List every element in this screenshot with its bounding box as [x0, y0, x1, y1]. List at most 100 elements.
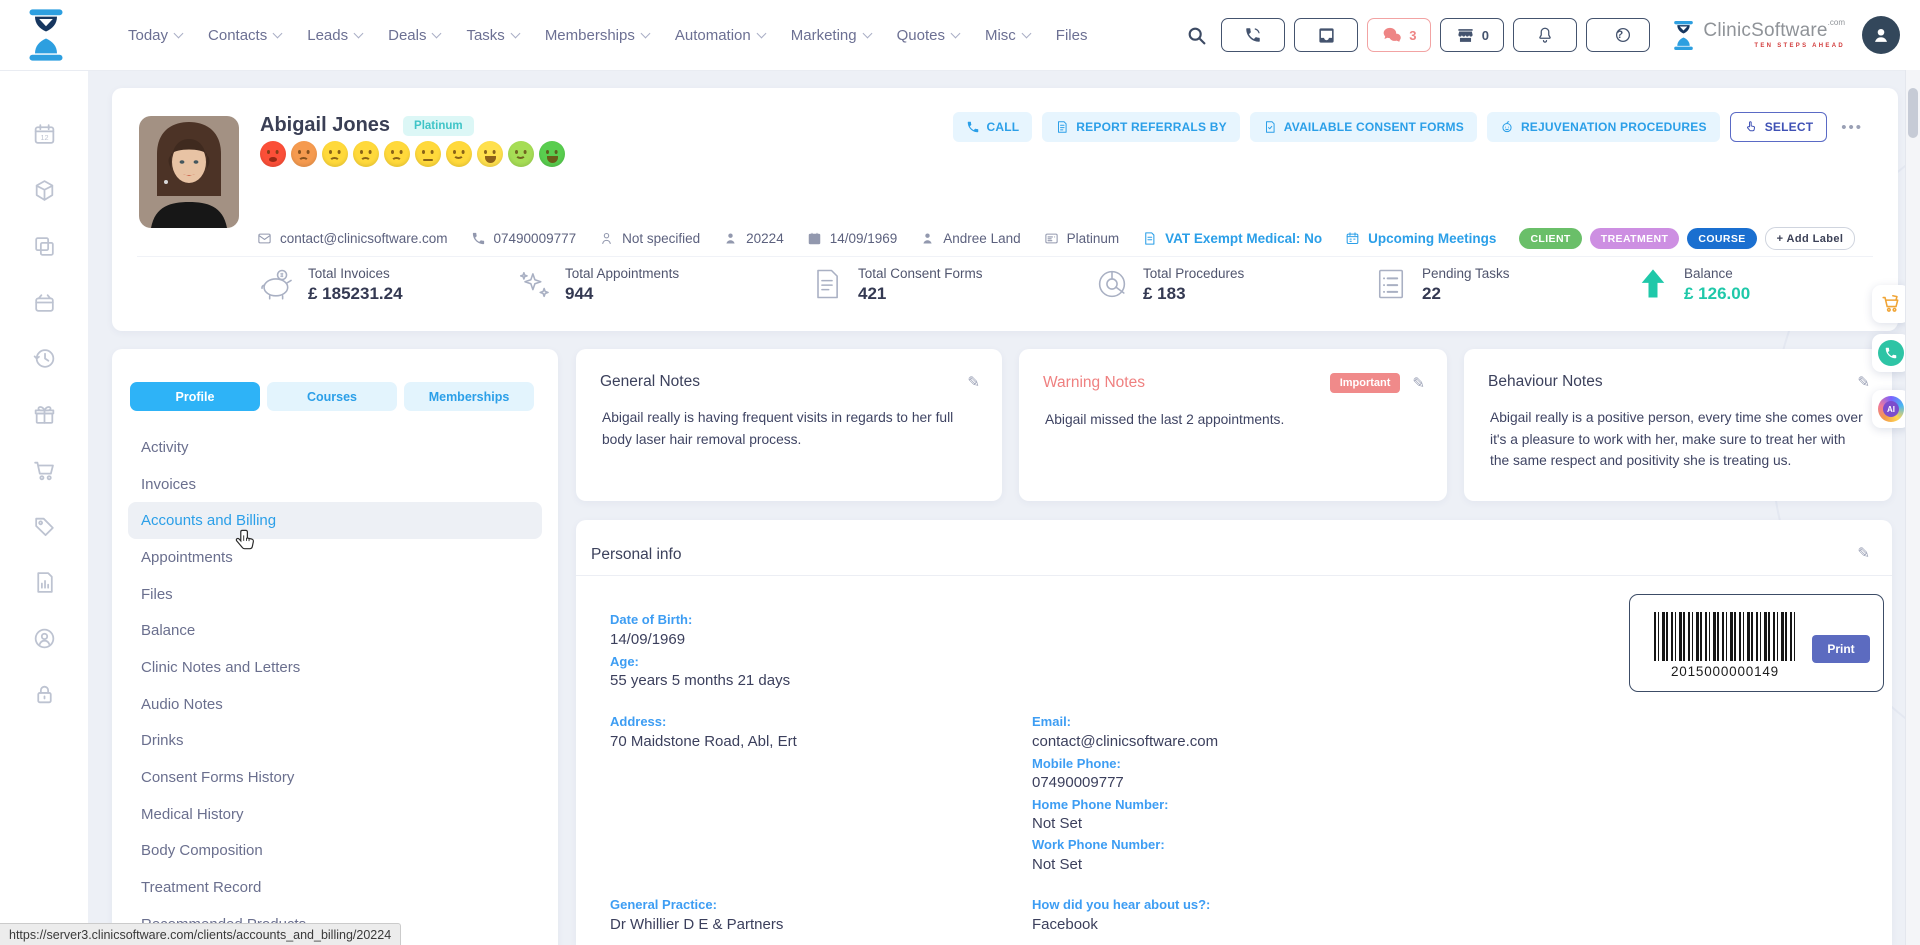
upcoming-meetings-link[interactable]: Upcoming Meetings: [1345, 231, 1496, 246]
pointer-hand-icon: [1744, 120, 1758, 134]
brand-logo[interactable]: ClinicSoftware.com TEN STEPS AHEAD: [1671, 20, 1845, 51]
menu-item-files[interactable]: Files: [128, 576, 542, 613]
nav-item-automation[interactable]: Automation: [675, 27, 765, 44]
help-button[interactable]: ?: [1586, 18, 1650, 52]
nav-item-files[interactable]: Files: [1056, 27, 1088, 44]
label-pill-client[interactable]: CLIENT: [1519, 228, 1581, 249]
nav-label: Quotes: [897, 27, 945, 44]
available-consent-forms-button[interactable]: AVAILABLE CONSENT FORMS: [1250, 112, 1477, 142]
mood-4-icon[interactable]: [353, 141, 379, 167]
sales-report-icon[interactable]: [32, 570, 57, 595]
menu-item-accounts-and-billing[interactable]: Accounts and Billing: [128, 502, 542, 539]
tab-courses[interactable]: Courses: [267, 382, 397, 411]
more-actions-button[interactable]: •••: [1841, 119, 1863, 136]
whatsapp-icon: [1878, 340, 1904, 366]
nav-item-deals[interactable]: Deals: [388, 27, 440, 44]
behaviour-notes-title: Behaviour Notes: [1488, 373, 1603, 391]
menu-item-medical-history[interactable]: Medical History: [128, 796, 542, 833]
mood-2-icon[interactable]: [291, 141, 317, 167]
tab-memberships[interactable]: Memberships: [404, 382, 534, 411]
package-cube-icon[interactable]: [32, 178, 57, 203]
face-icon: [1500, 120, 1514, 134]
nav-item-today[interactable]: Today: [128, 27, 182, 44]
print-button[interactable]: Print: [1812, 635, 1870, 663]
menu-item-treatment-record[interactable]: Treatment Record: [128, 869, 542, 906]
tab-profile[interactable]: Profile: [130, 382, 260, 411]
person-icon: [920, 231, 935, 246]
store-count-badge: 0: [1482, 28, 1489, 43]
bell-icon: [1536, 26, 1554, 44]
client-id-value: 20224: [746, 231, 784, 246]
copy-icon[interactable]: [32, 234, 57, 259]
chevron-down-icon: [510, 29, 520, 39]
menu-item-consent-forms-history[interactable]: Consent Forms History: [128, 759, 542, 796]
general-notes-card: General Notes ✎ Abigail really is having…: [576, 349, 1002, 501]
mood-6-icon[interactable]: [415, 141, 441, 167]
mood-1-icon[interactable]: [260, 141, 286, 167]
menu-item-invoices[interactable]: Invoices: [128, 466, 542, 503]
lock-icon[interactable]: [32, 682, 57, 707]
client-id: 20224: [723, 231, 784, 246]
basket-icon[interactable]: [32, 290, 57, 315]
mood-3-icon[interactable]: [322, 141, 348, 167]
menu-item-balance[interactable]: Balance: [128, 612, 542, 649]
client-owner: Andree Land: [920, 231, 1020, 246]
nav-item-marketing[interactable]: Marketing: [791, 27, 871, 44]
profile-tabs: Profile Courses Memberships: [130, 382, 534, 411]
menu-item-activity[interactable]: Activity: [128, 429, 542, 466]
account-icon[interactable]: [32, 626, 57, 651]
nav-item-misc[interactable]: Misc: [985, 27, 1030, 44]
nav-item-quotes[interactable]: Quotes: [897, 27, 959, 44]
stat-total-consent-forms: Total Consent Forms421: [809, 266, 983, 304]
edit-pencil-icon[interactable]: ✎: [1857, 546, 1870, 561]
report-referrals-button[interactable]: REPORT REFERRALS BY: [1042, 112, 1239, 142]
menu-item-body-composition[interactable]: Body Composition: [128, 833, 542, 870]
nav-item-tasks[interactable]: Tasks: [466, 27, 518, 44]
calendar-month-icon[interactable]: 12: [32, 122, 57, 147]
store-button[interactable]: 0: [1440, 18, 1504, 52]
top-bar: Today Contacts Leads Deals Tasks Members…: [0, 0, 1920, 70]
mood-7-icon[interactable]: [446, 141, 472, 167]
notifications-button[interactable]: [1513, 18, 1577, 52]
menu-item-appointments[interactable]: Appointments: [128, 539, 542, 576]
history-icon[interactable]: [32, 346, 57, 371]
menu-item-audio-notes[interactable]: Audio Notes: [128, 686, 542, 723]
price-tag-icon[interactable]: [32, 514, 57, 539]
menu-item-drinks[interactable]: Drinks: [128, 723, 542, 760]
cart-icon[interactable]: [32, 458, 57, 483]
dialer-button[interactable]: [1221, 18, 1285, 52]
mood-5-icon[interactable]: [384, 141, 410, 167]
section-divider: [576, 575, 1892, 576]
gift-icon[interactable]: [32, 402, 57, 427]
inbox-button[interactable]: [1294, 18, 1358, 52]
label-pill-treatment[interactable]: TREATMENT: [1590, 228, 1680, 249]
search-icon[interactable]: [1186, 25, 1207, 46]
nav-item-contacts[interactable]: Contacts: [208, 27, 281, 44]
nav-item-leads[interactable]: Leads: [307, 27, 362, 44]
meetings-calendar-icon: [1345, 231, 1360, 246]
edit-pencil-icon[interactable]: ✎: [967, 375, 980, 390]
edit-pencil-icon[interactable]: ✎: [1412, 376, 1425, 391]
stat-value: 944: [565, 284, 679, 304]
menu-item-clinic-notes-and-letters[interactable]: Clinic Notes and Letters: [128, 649, 542, 686]
call-button[interactable]: CALL: [953, 112, 1033, 142]
mood-8-icon[interactable]: [477, 141, 503, 167]
scrollbar-thumb[interactable]: [1908, 88, 1918, 138]
select-button[interactable]: SELECT: [1730, 112, 1828, 142]
vat-exempt-label: VAT Exempt Medical: No: [1165, 231, 1322, 246]
mood-9-icon[interactable]: [508, 141, 534, 167]
edit-pencil-icon[interactable]: ✎: [1857, 375, 1870, 390]
vat-exempt-link[interactable]: VAT Exempt Medical: No: [1142, 231, 1322, 246]
phone-icon: [966, 120, 980, 134]
user-avatar[interactable]: [1862, 16, 1900, 54]
messages-button[interactable]: 3: [1367, 18, 1431, 52]
clinicsoftware-hourglass-logo[interactable]: [24, 7, 68, 63]
add-label-button[interactable]: + Add Label: [1765, 227, 1856, 250]
profile-menu: Activity Invoices Accounts and Billing A…: [112, 429, 558, 943]
label-pill-course[interactable]: COURSE: [1687, 228, 1756, 249]
rejuvenation-procedures-button[interactable]: REJUVENATION PROCEDURES: [1487, 112, 1720, 142]
nav-label: Marketing: [791, 27, 857, 44]
nav-item-memberships[interactable]: Memberships: [545, 27, 649, 44]
vat-document-icon: [1142, 231, 1157, 246]
mood-10-icon[interactable]: [539, 141, 565, 167]
